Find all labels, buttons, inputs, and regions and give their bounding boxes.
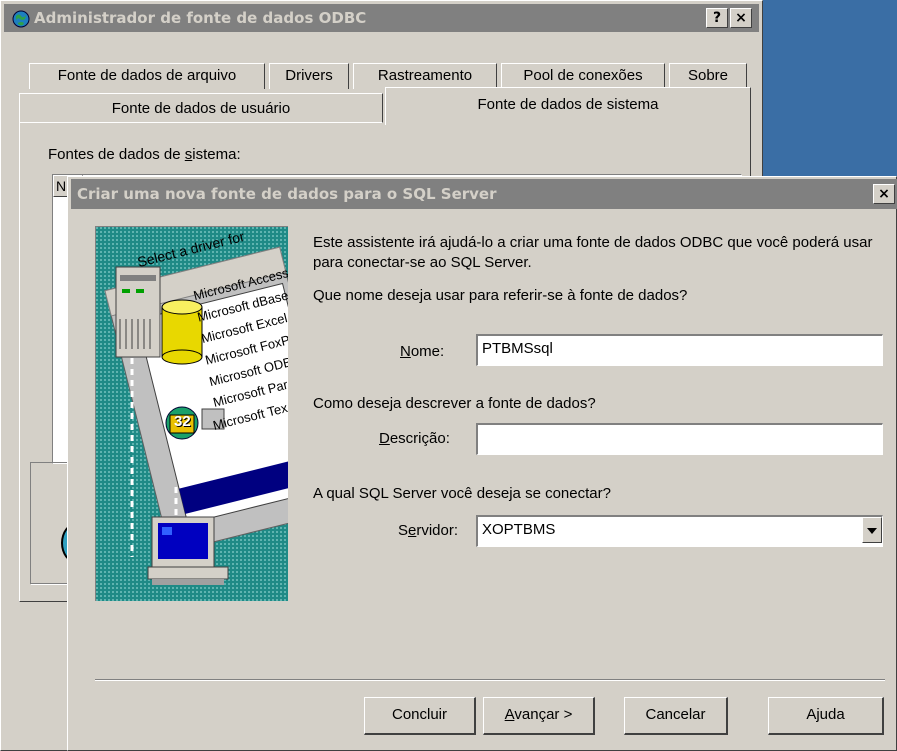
odbc-admin-title: Administrador de fonte de dados ODBC	[34, 9, 367, 27]
tab-rastreamento[interactable]: Rastreamento	[353, 63, 497, 89]
help-title-button[interactable]: ?	[706, 8, 728, 28]
next-button[interactable]: Avançar >	[483, 697, 595, 735]
description-input[interactable]	[476, 423, 883, 455]
description-label: Descrição:	[379, 430, 450, 447]
cancel-button[interactable]: Cancelar	[624, 697, 728, 735]
dialog-close-button[interactable]: ×	[873, 184, 895, 204]
system-dsn-list-label: Fontes de dados de sistema:	[48, 146, 241, 163]
wizard-illustration: Select a driver for Microsoft Access D M…	[95, 226, 288, 601]
odbc-admin-titlebar[interactable]: Administrador de fonte de dados ODBC ? ×	[4, 4, 759, 32]
tab-fonte-dados-arquivo[interactable]: Fonte de dados de arquivo	[29, 63, 265, 89]
name-input[interactable]: PTBMSsql	[476, 334, 883, 366]
tab-fonte-dados-usuario[interactable]: Fonte de dados de usuário	[19, 93, 383, 123]
name-label: Nome:	[400, 343, 445, 360]
help-button[interactable]: Ajuda	[768, 697, 884, 735]
finish-button[interactable]: Concluir	[364, 697, 476, 735]
server-label: Servidor:	[398, 522, 459, 539]
question-description: Como deseja descrever a fonte de dados?	[313, 395, 596, 412]
server-combobox[interactable]: XOPTBMS	[476, 515, 883, 547]
chevron-down-icon[interactable]	[862, 517, 882, 543]
close-title-button[interactable]: ×	[730, 8, 752, 28]
tab-pool-conexoes[interactable]: Pool de conexões	[501, 63, 665, 89]
create-dsn-dialog: Criar uma nova fonte de dados para o SQL…	[67, 176, 897, 751]
odbc-globe-icon	[12, 9, 30, 28]
tab-sobre[interactable]: Sobre	[669, 63, 747, 89]
wizard-intro-text: Este assistente irá ajudá-lo a criar uma…	[313, 234, 873, 271]
illustration-badge: 32	[174, 413, 191, 430]
question-name: Que nome deseja usar para referir-se à f…	[313, 287, 688, 304]
server-combobox-value: XOPTBMS	[482, 521, 556, 538]
question-server: A qual SQL Server você deseja se conecta…	[313, 485, 611, 502]
create-dsn-title: Criar uma nova fonte de dados para o SQL…	[77, 185, 497, 203]
tab-fonte-dados-sistema[interactable]: Fonte de dados de sistema	[385, 87, 751, 125]
create-dsn-titlebar[interactable]: Criar uma nova fonte de dados para o SQL…	[71, 179, 897, 209]
tab-drivers[interactable]: Drivers	[269, 63, 349, 89]
dialog-separator	[95, 679, 885, 681]
